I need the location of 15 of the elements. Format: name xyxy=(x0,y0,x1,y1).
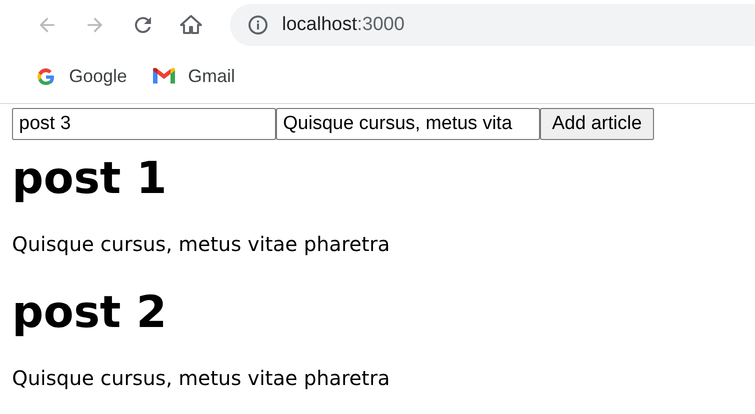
body-input[interactable]: Quisque cursus, metus vita xyxy=(276,108,540,140)
gmail-logo-icon xyxy=(153,68,176,85)
google-logo-icon xyxy=(36,66,56,86)
article-body: Quisque cursus, metus vitae pharetra xyxy=(12,232,391,256)
home-icon[interactable] xyxy=(179,13,203,37)
article-title: post 2 xyxy=(12,286,168,340)
address-bar[interactable]: localhost:3000 xyxy=(230,4,755,46)
article-body: Quisque cursus, metus vitae pharetra xyxy=(12,366,391,390)
add-article-button[interactable]: Add article xyxy=(540,108,654,140)
title-input[interactable]: post 3 xyxy=(12,108,276,140)
info-icon xyxy=(248,15,268,35)
bookmark-link[interactable]: Google xyxy=(36,66,128,87)
url-text: localhost:3000 xyxy=(282,14,405,36)
article-title: post 1 xyxy=(12,152,168,206)
bookmark-link[interactable]: Gmail xyxy=(153,66,236,87)
